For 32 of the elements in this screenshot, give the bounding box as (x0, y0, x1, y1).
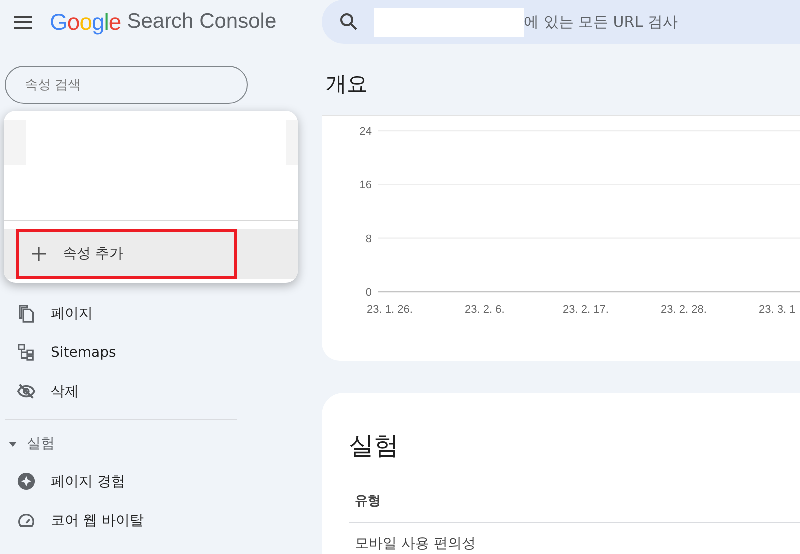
pages-icon (17, 304, 36, 323)
y-tick-label: 0 (366, 287, 372, 299)
nav-item[interactable]: 페이지 (0, 294, 237, 333)
y-tick-label: 24 (360, 126, 372, 138)
eye-off-icon (17, 382, 36, 401)
y-tick-label: 16 (360, 180, 372, 192)
section-header[interactable]: 실험 (0, 426, 237, 462)
x-tick-label: 23. 2. 28. (661, 304, 707, 316)
url-search-field[interactable]: 에 있는 모든 URL 검사 (524, 13, 800, 31)
nav-item[interactable]: 삭제 (0, 372, 237, 411)
x-tick-label: 23. 2. 17. (563, 304, 609, 316)
search-icon (340, 13, 358, 31)
y-tick-label: 8 (366, 233, 372, 246)
plus-icon (31, 246, 47, 262)
nav-item[interactable]: Sitemaps (0, 333, 237, 372)
add-property-button[interactable]: 속성 추가 (16, 229, 237, 279)
google-logo: Google (50, 8, 122, 36)
x-tick-label: 23. 2. 6. (465, 304, 505, 316)
nav-item[interactable]: 페이지 경험 (0, 462, 237, 501)
x-tick-label: 23. 1. 26. (367, 304, 413, 316)
star-badge-icon (17, 472, 36, 491)
x-tick-label: 23. 3. 1 (759, 304, 796, 316)
product-name: Search Console (127, 10, 277, 34)
table-cell-text: 모바일 사용 편의성 (355, 535, 477, 553)
card-title: 실험 (349, 430, 400, 462)
gauge-icon (17, 511, 36, 530)
page-title: 개요 (326, 71, 369, 98)
menu-icon (14, 16, 32, 28)
sitemap-icon (17, 343, 36, 362)
nav-item[interactable]: 코어 웹 바이탈 (0, 501, 237, 540)
property-search-field[interactable]: 속성 검색 (5, 66, 248, 104)
column-header: 유형 (355, 493, 382, 511)
